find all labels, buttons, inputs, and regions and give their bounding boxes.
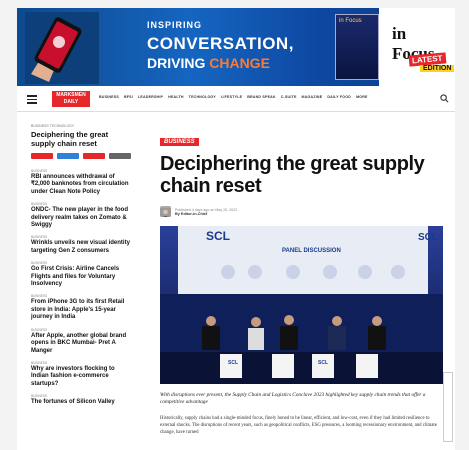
page-frame: INSPIRING CONVERSATION, DRIVING CHANGE i…: [0, 0, 469, 450]
hamburger-menu-icon[interactable]: [27, 95, 37, 104]
sidebar-list-item[interactable]: BUSINESS After Apple, another global bran…: [31, 328, 131, 355]
search-icon[interactable]: [440, 94, 449, 103]
list-item-title[interactable]: Wrinkls unveils new visual identity targ…: [31, 240, 131, 255]
sidebar-title: Deciphering the great supply chain reset: [31, 130, 109, 148]
category-badge[interactable]: BUSINESS: [160, 138, 199, 146]
sidebar-list: BUSINESS RBI announces withdrawal of ₹2,0…: [31, 169, 131, 407]
top-nav: MARKSMEN DAILY BUSINESS BFSI LEADERSHIP HEA…: [17, 86, 455, 112]
sidebar-list-item[interactable]: BUSINESS The fortunes of Silicon Valley: [31, 394, 131, 406]
sidebar-category: BUSINESS TECHNOLOGY: [31, 124, 75, 128]
nav-item-business[interactable]: BUSINESS: [99, 95, 119, 99]
sidebar-list-item[interactable]: BUSINESS RBI announces withdrawal of ₹2,0…: [31, 169, 131, 196]
list-item-category: BUSINESS: [31, 261, 48, 266]
list-item-category: BUSINESS: [31, 235, 48, 240]
list-item-title[interactable]: After Apple, another global brand opens …: [31, 333, 131, 355]
list-item-title[interactable]: Go First Crisis: Airline Cancels Flights…: [31, 266, 131, 288]
list-item-title[interactable]: ONDC- The new player in the food deliver…: [31, 207, 131, 229]
nav-item-bfsi[interactable]: BFSI: [124, 95, 133, 99]
sidebar-list-item[interactable]: BUSINESS Go First Crisis: Airline Cancels…: [31, 261, 131, 288]
sidebar-list-item[interactable]: BUSINESS Wrinkls unveils new visual ident…: [31, 235, 131, 255]
share-twitter-button[interactable]: [57, 153, 79, 159]
share-email-button[interactable]: [109, 153, 131, 159]
list-item-category: BUSINESS: [31, 202, 48, 207]
article-photo: SCL SCL PANEL DISCUSSION SCL SCL: [160, 226, 443, 384]
svg-text:PANEL DISCUSSION: PANEL DISCUSSION: [282, 248, 341, 254]
magazine-cover: in Focus: [335, 14, 379, 80]
article: BUSINESS Deciphering the great supply ch…: [160, 130, 452, 436]
list-item-category: BUSINESS: [31, 294, 48, 299]
author-name[interactable]: By Editor-in-Chief: [175, 212, 237, 216]
site-logo[interactable]: MARKSMEN DAILY: [52, 91, 90, 107]
nav-item-magazine[interactable]: MAGAZINE: [302, 95, 323, 99]
share-facebook-button[interactable]: [31, 153, 53, 159]
edition-badge: EDITION: [420, 65, 455, 72]
banner-ad[interactable]: INSPIRING CONVERSATION, DRIVING CHANGE i…: [17, 8, 455, 86]
nav-item-technology[interactable]: TECHNOLOGY: [189, 95, 216, 99]
sidebar: BUSINESS TECHNOLOGY Deciphering the grea…: [31, 124, 131, 413]
nav-item-daily-food[interactable]: DAILY FOOD: [327, 95, 351, 99]
list-item-category: BUSINESS: [31, 394, 48, 399]
banner-driving: DRIVING CHANGE: [147, 55, 270, 71]
article-page: MARKSMEN DAILY BUSINESS BFSI LEADERSHIP HEA…: [17, 86, 455, 450]
sidebar-list-item[interactable]: BUSINESS From iPhone 3G to its first Reta…: [31, 294, 131, 321]
banner-inspiring: INSPIRING: [147, 20, 203, 30]
nav-item-c-suite[interactable]: C-SUITE: [281, 95, 297, 99]
nav-item-lifestyle[interactable]: LIFESTYLE: [221, 95, 242, 99]
nav-menu: BUSINESS BFSI LEADERSHIP HEALTH TECHNOLOGY LI…: [99, 95, 368, 99]
author-avatar: [160, 206, 171, 217]
banner-conversation: CONVERSATION,: [147, 34, 294, 53]
list-item-title[interactable]: The fortunes of Silicon Valley: [31, 399, 131, 406]
list-item-title[interactable]: From iPhone 3G to its first Retail store…: [31, 299, 131, 321]
list-item-title[interactable]: RBI announces withdrawal of ₹2,000 bankn…: [31, 174, 131, 196]
photo-caption: With disruptions ever present, the Suppl…: [160, 392, 426, 406]
share-buttons: [31, 153, 131, 159]
list-item-title[interactable]: Why are investors flocking to Indian fas…: [31, 366, 131, 388]
nav-item-brand-speak[interactable]: BRAND SPEAK: [247, 95, 276, 99]
list-item-category: BUSINESS: [31, 360, 48, 365]
scrollbar[interactable]: [443, 372, 453, 442]
article-meta: Published 4 days ago on May 20, 2023 By …: [160, 206, 452, 217]
svg-text:SCL: SCL: [206, 229, 230, 243]
svg-text:SCL: SCL: [318, 360, 328, 366]
list-item-category: BUSINESS: [31, 327, 48, 332]
phone-hand-image: [25, 12, 99, 84]
nav-item-health[interactable]: HEALTH: [168, 95, 184, 99]
sidebar-list-item[interactable]: BUSINESS Why are investors flocking to In…: [31, 361, 131, 388]
nav-item-more[interactable]: MORE: [356, 95, 368, 99]
publish-date: Published 4 days ago on May 20, 2023: [175, 207, 238, 212]
panel-discussion-image: SCL SCL PANEL DISCUSSION SCL SCL: [160, 226, 443, 384]
article-title: Deciphering the great supply chain reset: [160, 153, 425, 197]
sidebar-list-item[interactable]: BUSINESS ONDC- The new player in the food…: [31, 202, 131, 229]
list-item-category: BUSINESS: [31, 169, 48, 173]
article-body: Historically, supply chains had a single…: [160, 416, 437, 435]
nav-item-leadership[interactable]: LEADERSHIP: [138, 95, 163, 99]
svg-text:SCL: SCL: [228, 360, 238, 366]
share-pinterest-button[interactable]: [83, 153, 105, 159]
svg-text:SCL: SCL: [418, 232, 438, 243]
